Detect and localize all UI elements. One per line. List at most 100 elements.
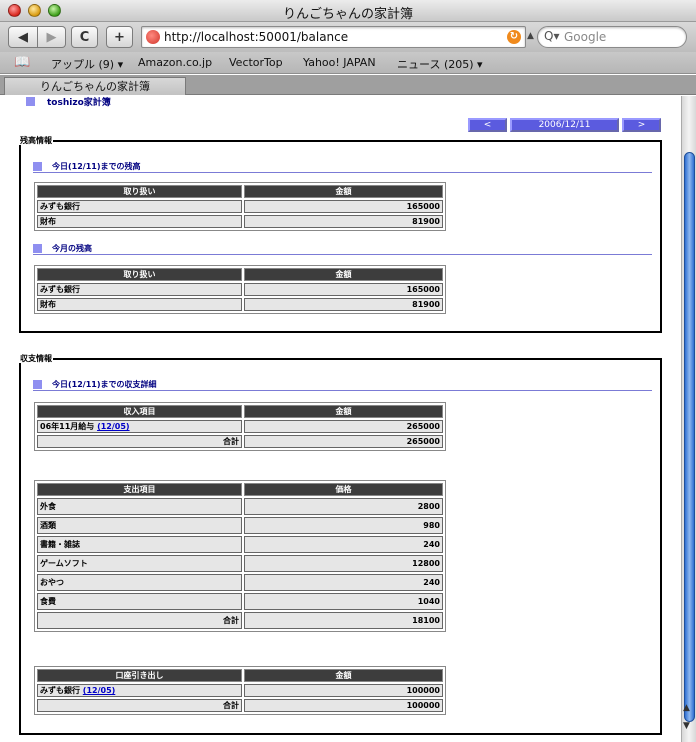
amount-cell: 240 [244, 536, 443, 553]
column-header: 金額 [244, 268, 443, 281]
page-content: toshizo家計簿 < 2006/12/11 > 残高情報 今日(12/11)… [0, 96, 681, 742]
add-bookmark-button[interactable]: + [106, 26, 133, 48]
total-label: 合計 [37, 435, 242, 448]
amount-cell: 1040 [244, 593, 443, 610]
withdraw-date-link[interactable]: (12/05) [83, 686, 116, 695]
total-amount: 18100 [244, 612, 443, 629]
balance-today-table: 取り扱い 金額 みずも銀行 165000 財布 81900 [34, 182, 446, 231]
forward-button[interactable]: ▶ [38, 26, 66, 48]
current-date-button[interactable]: 2006/12/11 [510, 118, 619, 132]
account-name: 財布 [37, 215, 242, 228]
column-header: 支出項目 [37, 483, 242, 496]
column-header: 口座引き出し [37, 669, 242, 682]
forward-arrow-icon: ▶ [46, 29, 57, 45]
section-heading-text: 今月の残高 [52, 244, 92, 253]
withdraw-table: 口座引き出し 金額 みずも銀行 (12/05) 100000 合計 100000 [34, 666, 446, 715]
withdraw-item: みずも銀行 (12/05) [37, 684, 242, 697]
section-heading-text: 今日(12/11)までの残高 [52, 162, 141, 171]
amount-cell: 12800 [244, 555, 443, 572]
table-row: おやつ 240 [37, 574, 443, 591]
search-field[interactable]: Q▾ Google [537, 26, 687, 48]
table-row: 財布 81900 [37, 215, 443, 228]
expense-name: おやつ [37, 574, 242, 591]
table-row: 食費 1040 [37, 593, 443, 610]
bookmarks-book-icon[interactable]: 📖 [14, 55, 30, 70]
expense-name: ゲームソフト [37, 555, 242, 572]
total-amount: 265000 [244, 435, 443, 448]
prev-day-button[interactable]: < [468, 118, 507, 132]
section-heading: 今月の残高 [33, 243, 652, 255]
income-date-link[interactable]: (12/05) [97, 422, 130, 431]
total-label: 合計 [37, 699, 242, 712]
account-name: みずも銀行 [37, 200, 242, 213]
column-header: 取り扱い [37, 185, 242, 198]
search-placeholder: Google [564, 30, 607, 44]
total-row: 合計 18100 [37, 612, 443, 629]
table-row: 外食 2800 [37, 498, 443, 515]
scroll-down-arrow-icon[interactable]: ▼ [683, 721, 690, 731]
bookmark-apple[interactable]: アップル (9) ▾ [51, 56, 123, 72]
total-row: 合計 265000 [37, 435, 443, 448]
reload-icon: C [79, 29, 90, 45]
table-row: 書籍・雑誌 240 [37, 536, 443, 553]
section-heading: 今日(12/11)までの残高 [33, 161, 652, 173]
bookmark-vectortop[interactable]: VectorTop [229, 56, 283, 69]
table-row: みずも銀行 (12/05) 100000 [37, 684, 443, 697]
balance-month-table: 取り扱い 金額 みずも銀行 165000 財布 81900 [34, 265, 446, 314]
search-icon: Q▾ [544, 29, 560, 43]
expense-name: 食費 [37, 593, 242, 610]
bookmark-amazon[interactable]: Amazon.co.jp [138, 56, 212, 69]
plus-icon: + [114, 29, 125, 45]
table-row: みずも銀行 165000 [37, 200, 443, 213]
expense-name: 書籍・雑誌 [37, 536, 242, 553]
amount-cell: 2800 [244, 498, 443, 515]
expense-name: 酒類 [37, 517, 242, 534]
column-header: 金額 [244, 185, 443, 198]
amount-cell: 81900 [244, 298, 443, 311]
account-name: 財布 [37, 298, 242, 311]
amount-cell: 980 [244, 517, 443, 534]
address-bar[interactable]: http://localhost:50001/balance ↻ [141, 26, 526, 48]
next-day-button[interactable]: > [622, 118, 661, 132]
income-legend: 収支情報 [20, 354, 52, 363]
income-fieldset: 収支情報 今日(12/11)までの収支詳細 収入項目 金額 06年11月給与 (… [19, 354, 662, 735]
bookmark-yahoo[interactable]: Yahoo! JAPAN [303, 56, 376, 69]
column-header: 金額 [244, 669, 443, 682]
rss-icon[interactable]: ↻ [507, 30, 521, 44]
bullet-square-icon [33, 162, 42, 171]
bookmarks-bar: 📖 アップル (9) ▾ Amazon.co.jp VectorTop Yaho… [0, 52, 696, 74]
scroll-up-arrow-icon[interactable]: ▲ [683, 703, 690, 713]
amount-cell: 240 [244, 574, 443, 591]
bullet-square-icon [26, 97, 35, 106]
table-row: 酒類 980 [37, 517, 443, 534]
title-bar: りんごちゃんの家計簿 [0, 0, 696, 22]
vertical-scrollbar[interactable]: ▲ ▼ [681, 96, 696, 742]
table-row: 財布 81900 [37, 298, 443, 311]
url-history-chevron-icon[interactable]: ▲ [527, 31, 534, 41]
account-name: みずも銀行 [37, 283, 242, 296]
bullet-square-icon [33, 244, 42, 253]
bullet-square-icon [33, 380, 42, 389]
total-amount: 100000 [244, 699, 443, 712]
section-heading: 今日(12/11)までの収支詳細 [33, 379, 652, 391]
income-item: 06年11月給与 (12/05) [37, 420, 242, 433]
url-field[interactable]: http://localhost:50001/balance [164, 30, 348, 44]
expense-name: 外食 [37, 498, 242, 515]
tab-active[interactable]: りんごちゃんの家計簿 [4, 77, 186, 95]
section-heading-text: 今日(12/11)までの収支詳細 [52, 380, 157, 389]
expense-table: 支出項目 価格 外食 2800 酒類 980 書籍・雑誌 240 ゲームソフト 1280… [34, 480, 446, 632]
column-header: 金額 [244, 405, 443, 418]
bookmark-news[interactable]: ニュース (205) ▾ [397, 56, 483, 72]
back-button[interactable]: ◀ [8, 26, 38, 48]
column-header: 収入項目 [37, 405, 242, 418]
scrollbar-thumb[interactable] [684, 152, 695, 722]
reload-button[interactable]: C [71, 26, 98, 48]
user-title: toshizo家計簿 [47, 98, 111, 108]
income-name: 06年11月給与 [40, 422, 95, 431]
balance-legend: 残高情報 [20, 136, 52, 145]
table-row: ゲームソフト 12800 [37, 555, 443, 572]
amount-cell: 165000 [244, 200, 443, 213]
column-header: 取り扱い [37, 268, 242, 281]
withdraw-account: みずも銀行 [40, 686, 80, 695]
window-title: りんごちゃんの家計簿 [282, 7, 413, 22]
